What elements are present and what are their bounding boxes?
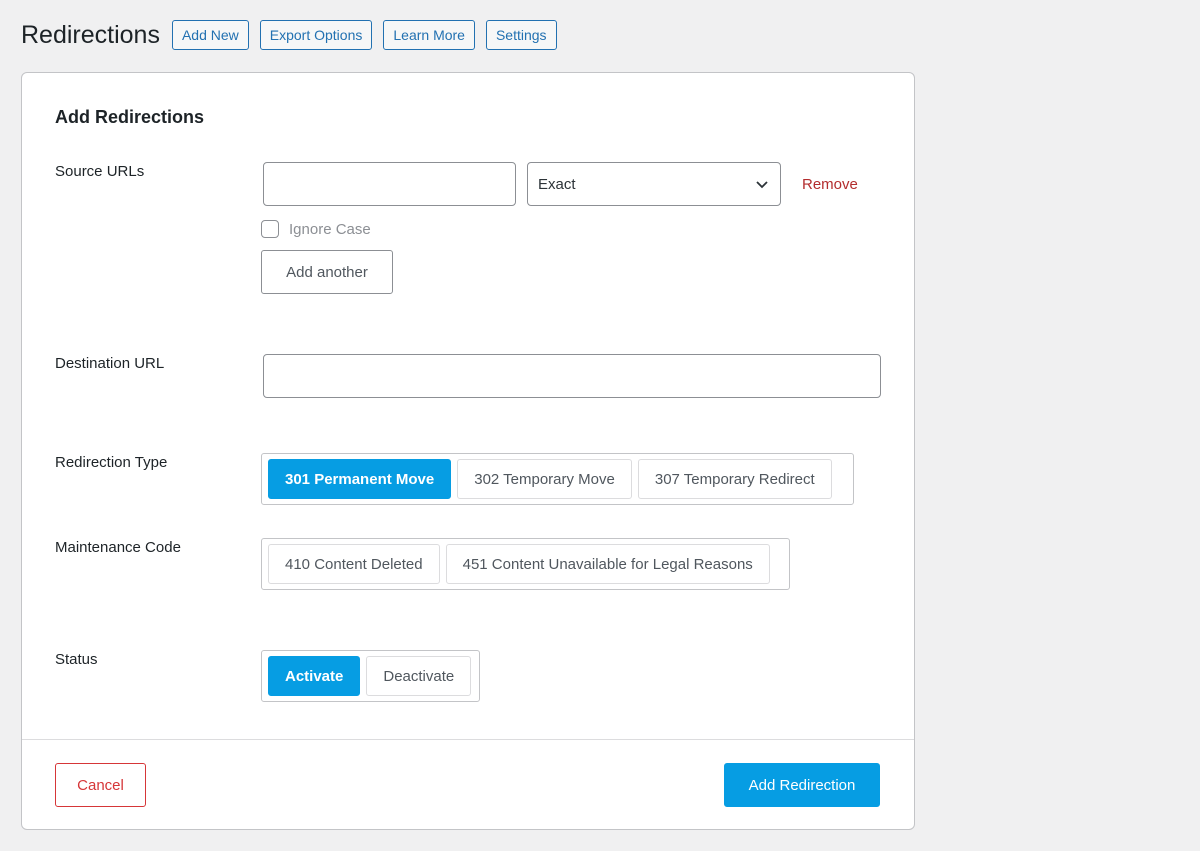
add-new-button[interactable]: Add New (171, 20, 249, 50)
type-307-button[interactable]: 307 Temporary Redirect (637, 459, 832, 499)
ignore-case-label: Ignore Case (289, 220, 371, 238)
export-options-button[interactable]: Export Options (259, 20, 373, 50)
status-label: Status (55, 651, 98, 668)
redirection-type-group: 301 Permanent Move 302 Temporary Move 30… (261, 453, 854, 505)
code-451-button[interactable]: 451 Content Unavailable for Legal Reason… (445, 544, 770, 584)
maintenance-code-group: 410 Content Deleted 451 Content Unavaila… (261, 538, 790, 590)
code-410-button[interactable]: 410 Content Deleted (268, 544, 440, 584)
destination-url-label: Destination URL (55, 355, 165, 372)
add-redirection-button[interactable]: Add Redirection (724, 763, 880, 807)
status-group: Activate Deactivate (261, 650, 480, 702)
deactivate-button[interactable]: Deactivate (366, 656, 472, 696)
maintenance-code-label: Maintenance Code (55, 539, 181, 556)
type-301-button[interactable]: 301 Permanent Move (268, 459, 452, 499)
learn-more-button[interactable]: Learn More (383, 20, 475, 50)
page-title: Redirections (21, 21, 160, 49)
add-redirection-card: Add Redirections Source URLs Exact Remov… (21, 72, 915, 830)
settings-button[interactable]: Settings (485, 20, 557, 50)
type-302-button[interactable]: 302 Temporary Move (457, 459, 632, 499)
remove-source-link[interactable]: Remove (802, 176, 858, 193)
source-urls-label: Source URLs (55, 163, 145, 180)
activate-button[interactable]: Activate (268, 656, 361, 696)
page-header: Redirections Add New Export Options Lear… (21, 19, 568, 51)
card-title: Add Redirections (55, 107, 205, 127)
cancel-button[interactable]: Cancel (55, 763, 146, 807)
destination-url-input[interactable] (263, 354, 881, 398)
footer-divider (22, 739, 914, 740)
match-type-select[interactable]: Exact (527, 162, 781, 206)
source-url-input[interactable] (263, 162, 516, 206)
add-another-button[interactable]: Add another (261, 250, 393, 294)
redirection-type-label: Redirection Type (55, 454, 168, 471)
ignore-case-row[interactable]: Ignore Case (261, 220, 371, 238)
chevron-down-icon (756, 181, 768, 189)
ignore-case-checkbox[interactable] (261, 220, 279, 238)
match-type-value: Exact (538, 175, 576, 193)
